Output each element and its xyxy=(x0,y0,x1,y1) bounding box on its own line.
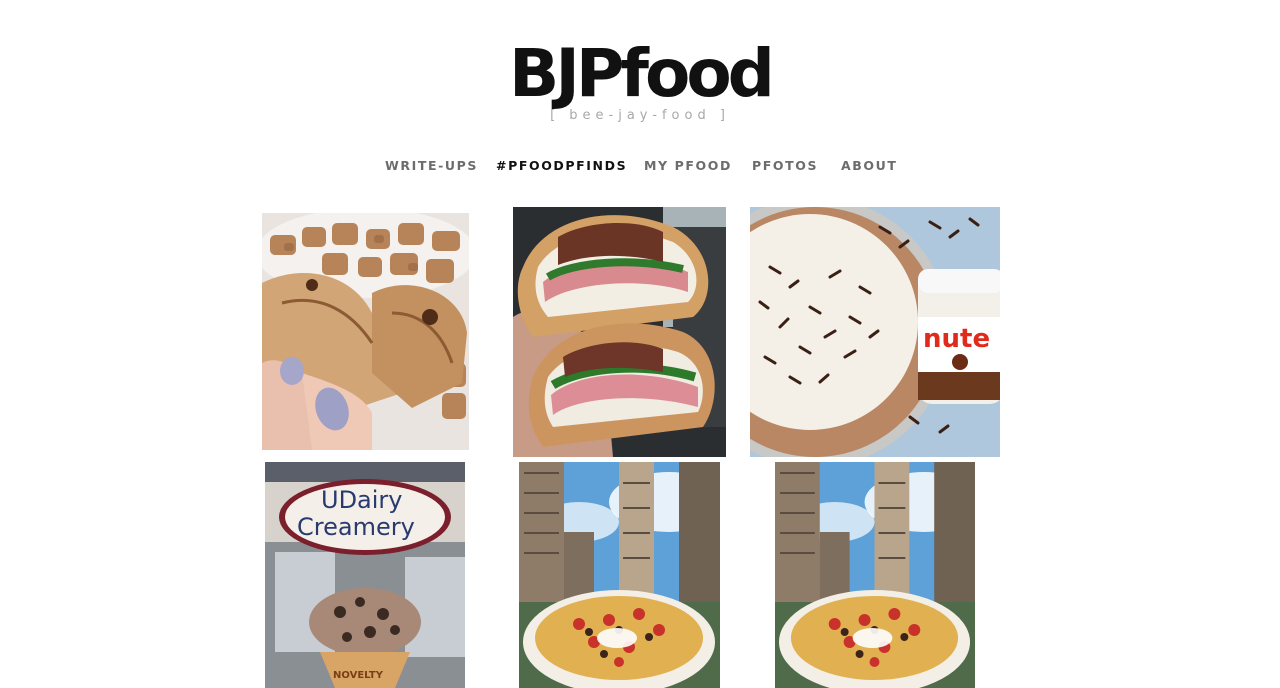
photo-chocolate-pie[interactable]: nute xyxy=(750,207,1000,457)
nav-write-ups[interactable]: WRITE-UPS xyxy=(385,156,478,176)
site-logo[interactable]: BJPfood xyxy=(0,34,1280,114)
flatiron-nachos-image-2 xyxy=(775,462,975,688)
nutella-jar-text: nute xyxy=(923,324,990,354)
photo-wrap-sandwich[interactable] xyxy=(513,207,726,457)
wrap-sandwich-image xyxy=(513,207,726,457)
flatiron-nachos-image xyxy=(519,462,720,688)
udairy-ice-cream-image: UDairy Creamery NOVELTY xyxy=(265,462,465,688)
pastry-bites-image xyxy=(262,213,469,450)
nav-about[interactable]: ABOUT xyxy=(841,156,898,176)
main-nav: WRITE-UPS #PFOODPFINDS MY PFOOD PFOTOS A… xyxy=(0,156,1280,176)
udairy-sign-line1: UDairy xyxy=(321,486,403,514)
photo-flatiron-nachos[interactable] xyxy=(519,462,720,688)
nav-pfoodpfinds[interactable]: #PFOODPFINDS xyxy=(496,156,627,176)
photo-flatiron-nachos-2[interactable] xyxy=(775,462,975,688)
nav-my-pfood[interactable]: MY PFOOD xyxy=(644,156,732,176)
photo-udairy-ice-cream[interactable]: UDairy Creamery NOVELTY xyxy=(265,462,465,688)
udairy-sign-line2: Creamery xyxy=(297,513,415,541)
nav-pfotos[interactable]: PFOTOS xyxy=(752,156,818,176)
site-tagline: [ bee-jay-food ] xyxy=(550,108,730,123)
cone-sleeve-text: NOVELTY xyxy=(333,670,384,681)
chocolate-pie-image: nute xyxy=(750,207,1000,457)
photo-pastry-bites[interactable] xyxy=(262,213,469,450)
